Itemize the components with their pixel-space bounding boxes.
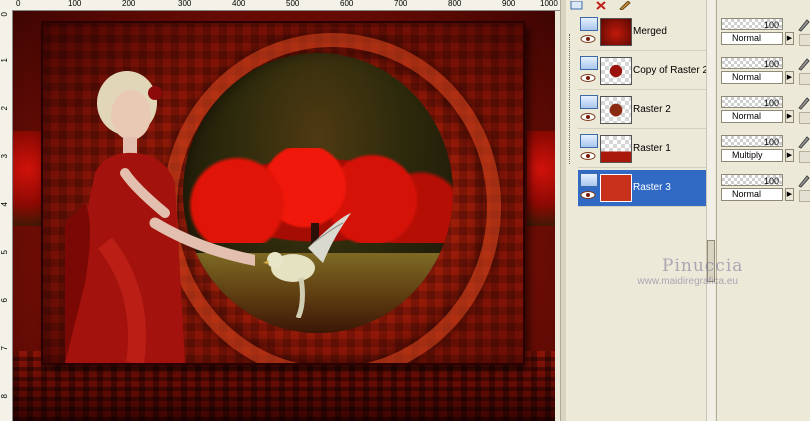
- lock-icon[interactable]: [799, 151, 810, 163]
- left-side-trees: [13, 131, 41, 226]
- layer-name: Merged: [633, 26, 667, 37]
- pencil-icon[interactable]: [797, 174, 810, 188]
- eye-icon[interactable]: [580, 34, 596, 44]
- raster-layer-icon: [580, 17, 598, 31]
- opacity-field[interactable]: 100: [721, 96, 783, 108]
- delete-layer-icon[interactable]: [594, 0, 608, 10]
- play-arrow-icon[interactable]: ▶: [785, 188, 794, 201]
- ruler-label: 3: [0, 154, 9, 159]
- ruler-label: 0: [16, 0, 21, 8]
- blend-mode-select[interactable]: Normal: [721, 32, 783, 45]
- image-canvas[interactable]: [13, 11, 555, 421]
- layers-palette: Merged Copy of Raster 2 Raster 2 Raster …: [566, 0, 714, 421]
- lock-icon[interactable]: [799, 34, 810, 46]
- raster-layer-icon: [580, 95, 598, 109]
- ruler-label: 6: [0, 298, 9, 303]
- bird-figure: [263, 213, 351, 318]
- layer-thumbnail: [600, 57, 632, 85]
- vertical-ruler: 0 1 2 3 4 5 6 7 8: [0, 10, 13, 421]
- layer-props-merged: 100 Normal ▶: [721, 14, 810, 50]
- layer-thumbnail: [600, 135, 632, 163]
- eye-icon[interactable]: [580, 190, 596, 200]
- layer-thumbnail: [600, 96, 632, 124]
- play-arrow-icon[interactable]: ▶: [785, 149, 794, 162]
- layers-scrollbar[interactable]: [706, 0, 715, 421]
- ruler-label: 900: [502, 0, 516, 8]
- ruler-label: 800: [448, 0, 462, 8]
- ruler-label: 7: [0, 346, 9, 351]
- opacity-field[interactable]: 100: [721, 18, 783, 30]
- eye-icon[interactable]: [580, 151, 596, 161]
- right-side-trees: [527, 131, 555, 226]
- edit-layer-icon[interactable]: [618, 0, 632, 11]
- blend-mode-select[interactable]: Normal: [721, 110, 783, 123]
- ruler-label: 8: [0, 394, 9, 399]
- pencil-icon[interactable]: [797, 96, 810, 110]
- play-arrow-icon[interactable]: ▶: [785, 71, 794, 84]
- play-arrow-icon[interactable]: ▶: [785, 110, 794, 123]
- opacity-field[interactable]: 100: [721, 174, 783, 186]
- ruler-label: 5: [0, 250, 9, 255]
- blend-mode-select[interactable]: Multiply: [721, 149, 783, 162]
- raster-layer-icon: [580, 134, 598, 148]
- ruler-label: 1: [0, 58, 9, 63]
- layer-row-raster-2[interactable]: Raster 2: [578, 92, 706, 129]
- lock-icon[interactable]: [799, 190, 810, 202]
- ruler-label: 200: [122, 0, 136, 8]
- ruler-label: 2: [0, 106, 9, 111]
- layer-props-raster-2: 100 Normal ▶: [721, 92, 810, 128]
- layers-scroll-thumb[interactable]: [707, 240, 715, 282]
- layer-props-copy-of-raster-2: 100 Normal ▶: [721, 53, 810, 89]
- ruler-label: 100: [68, 0, 82, 8]
- woman-figure: [65, 71, 255, 363]
- ruler-label: 500: [286, 0, 300, 8]
- layer-props-raster-1: 100 Multiply ▶: [721, 131, 810, 167]
- opacity-field[interactable]: 100: [721, 135, 783, 147]
- layer-thumbnail: [600, 174, 632, 202]
- layer-name: Raster 1: [633, 143, 671, 154]
- layer-name: Raster 2: [633, 104, 671, 115]
- eye-icon[interactable]: [580, 112, 596, 122]
- horizontal-ruler: 0 100 200 300 400 500 600 700 800 900 10…: [0, 0, 560, 11]
- blend-mode-select[interactable]: Normal: [721, 188, 783, 201]
- ruler-label: 400: [232, 0, 246, 8]
- ruler-label: 0: [0, 12, 9, 17]
- ruler-label: 1000: [540, 0, 558, 8]
- pencil-icon[interactable]: [797, 135, 810, 149]
- ruler-label: 4: [0, 202, 9, 207]
- layer-row-copy-of-raster-2[interactable]: Copy of Raster 2: [578, 53, 709, 90]
- pencil-icon[interactable]: [797, 57, 810, 71]
- layer-group-line: [569, 34, 571, 164]
- lock-icon[interactable]: [799, 112, 810, 124]
- picture-frame: [41, 21, 525, 365]
- eye-icon[interactable]: [580, 73, 596, 83]
- layer-row-raster-1[interactable]: Raster 1: [578, 131, 706, 168]
- layer-row-merged[interactable]: Merged: [578, 14, 706, 51]
- layer-props-raster-3: 100 Normal ▶: [721, 170, 810, 206]
- layer-thumbnail: [600, 18, 632, 46]
- layer-name: Copy of Raster 2: [633, 65, 709, 76]
- opacity-field[interactable]: 100: [721, 57, 783, 69]
- raster-layer-icon: [580, 56, 598, 70]
- layer-properties-column: 100 Normal ▶ 100 Normal ▶ 100 Normal ▶ 1…: [716, 0, 810, 421]
- new-layer-icon[interactable]: [570, 0, 584, 10]
- ruler-label: 600: [340, 0, 354, 8]
- play-arrow-icon[interactable]: ▶: [785, 32, 794, 45]
- ruler-label: 700: [394, 0, 408, 8]
- layer-name: Raster 3: [633, 182, 671, 193]
- layer-row-raster-3[interactable]: Raster 3: [578, 170, 706, 207]
- layers-toolbar: [566, 0, 718, 11]
- lock-icon[interactable]: [799, 73, 810, 85]
- raster-layer-icon: [580, 173, 598, 187]
- blend-mode-select[interactable]: Normal: [721, 71, 783, 84]
- ruler-label: 300: [178, 0, 192, 8]
- pencil-icon[interactable]: [797, 18, 810, 32]
